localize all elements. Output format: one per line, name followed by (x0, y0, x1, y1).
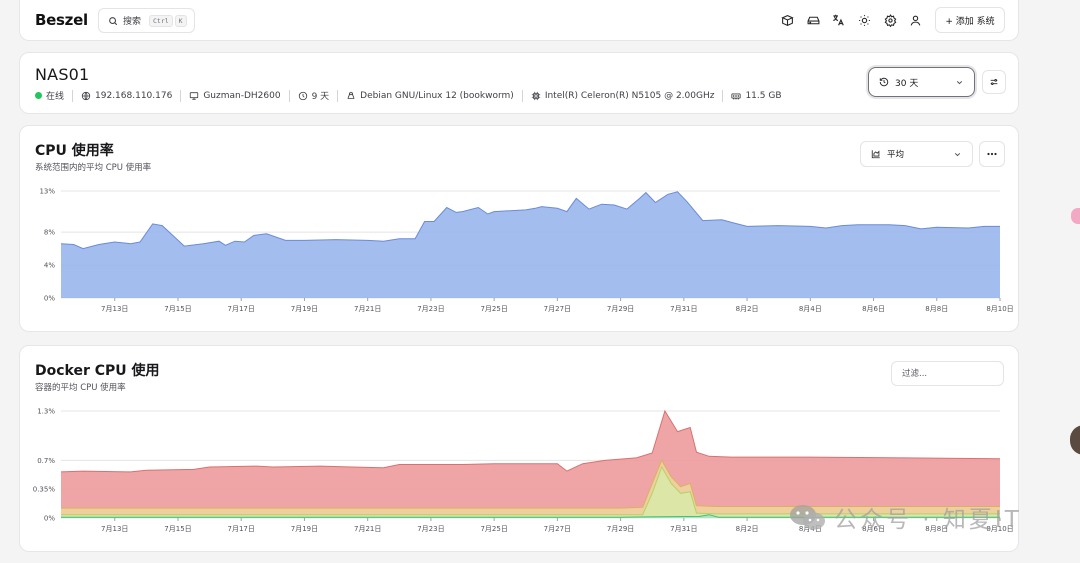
time-range-value: 30 天 (895, 78, 919, 89)
user-icon[interactable] (907, 12, 923, 28)
x-tick-label: 7月23日 (417, 525, 444, 533)
y-tick-label: 0% (44, 295, 55, 303)
shortcut-key-ctrl: Ctrl (149, 14, 173, 27)
language-icon[interactable] (830, 12, 846, 28)
x-tick-label: 7月15日 (164, 305, 191, 313)
x-tick-label: 8月4日 (799, 525, 822, 533)
y-tick-label: 0% (44, 515, 55, 523)
x-tick-label: 8月8日 (925, 525, 948, 533)
x-tick-label: 7月21日 (354, 525, 381, 533)
divider (72, 89, 74, 102)
sun-icon[interactable] (856, 12, 872, 28)
x-tick-label: 7月17日 (228, 525, 255, 533)
x-tick-label: 7月13日 (101, 305, 128, 313)
history-icon (879, 77, 889, 87)
docker-cpu-card: Docker CPU 使用 容器的平均 CPU 使用率 0%0.35%0.7%1… (19, 345, 1019, 552)
gear-icon[interactable] (882, 12, 898, 28)
cpu-info: Intel(R) Celeron(R) N5105 @ 2.00GHz (531, 90, 715, 101)
x-tick-label: 7月23日 (417, 305, 444, 313)
search-icon (109, 16, 118, 25)
status-text: 在线 (46, 92, 65, 102)
memory-info: 11.5 GB (731, 90, 782, 101)
x-tick-label: 7月19日 (291, 525, 318, 533)
x-tick-label: 8月2日 (736, 525, 759, 533)
chevron-down-icon (956, 80, 963, 84)
add-system-button[interactable]: + 添加 系统 (935, 7, 1005, 33)
uptime-info: 9 天 (298, 89, 330, 102)
divider (521, 89, 523, 102)
system-info-bar: 在线 192.168.110.176 Guzman-DH2600 9 天 Deb… (35, 89, 782, 102)
x-tick-label: 7月29日 (607, 305, 634, 313)
linux-icon (347, 91, 355, 99)
x-tick-label: 8月6日 (862, 525, 885, 533)
monitor-icon (190, 91, 199, 100)
x-tick-label: 7月19日 (291, 305, 318, 313)
top-navbar: Beszel 搜索 Ctrl K + 添加 系统 (19, 0, 1019, 41)
y-tick-label: 13% (39, 188, 55, 196)
shortcut-key-k: K (174, 14, 187, 27)
x-tick-label: 7月27日 (544, 525, 571, 533)
x-tick-label: 8月8日 (925, 305, 948, 313)
search-button[interactable]: 搜索 Ctrl K (98, 8, 195, 33)
memory-size: 11.5 GB (745, 90, 782, 101)
y-tick-label: 0.35% (33, 486, 56, 494)
cpu-icon (531, 91, 540, 100)
series-area-0 (61, 411, 1000, 518)
side-avatar[interactable] (1070, 425, 1080, 455)
divider (288, 89, 290, 102)
box-icon[interactable] (779, 12, 795, 28)
x-tick-label: 7月29日 (607, 525, 634, 533)
system-name: NAS01 (35, 65, 90, 84)
side-widget-icon[interactable] (1071, 208, 1080, 224)
y-tick-label: 0.7% (37, 457, 55, 465)
status-badge: 在线 (35, 89, 64, 102)
cpu-model: Intel(R) Celeron(R) N5105 @ 2.00GHz (544, 90, 715, 101)
y-tick-label: 4% (44, 262, 55, 270)
y-tick-label: 1.3% (37, 408, 55, 416)
x-tick-label: 7月17日 (228, 305, 255, 313)
x-tick-label: 7月27日 (544, 305, 571, 313)
time-range-select[interactable]: 30 天 (868, 67, 975, 97)
ip-address: 192.168.110.176 (95, 90, 173, 101)
x-tick-label: 7月25日 (480, 525, 507, 533)
divider (337, 89, 339, 102)
x-tick-label: 8月2日 (736, 305, 759, 313)
divider (180, 89, 182, 102)
cpu-usage-card: CPU 使用率 系统范围内的平均 CPU 使用率 平均 0% 4% 8% 13% 7月1… (19, 125, 1019, 332)
status-dot (35, 92, 42, 99)
x-tick-label: 7月31日 (670, 525, 697, 533)
series-area-0 (61, 191, 1000, 298)
x-tick-label: 8月10日 (986, 305, 1013, 313)
globe-icon (81, 91, 91, 100)
chart-settings-button[interactable] (982, 70, 1006, 94)
ip-info: 192.168.110.176 (81, 91, 172, 101)
system-info-card: NAS01 在线 192.168.110.176 Guzman-DH2600 9… (19, 52, 1019, 114)
uptime: 9 天 (311, 92, 330, 102)
memory-icon (731, 93, 742, 99)
hostname-info: Guzman-DH2600 (189, 90, 281, 101)
search-label: 搜索 (123, 17, 142, 27)
hostname: Guzman-DH2600 (203, 90, 281, 101)
x-tick-label: 8月10日 (986, 525, 1013, 533)
x-tick-label: 7月31日 (670, 305, 697, 313)
cpu-usage-chart: 0% 4% 8% 13% 7月13日 7月15日 7月17日 7月19日 7月21日 7月23日 7… (39, 188, 1013, 314)
app-logo[interactable]: Beszel (35, 11, 88, 29)
x-tick-label: 7月25日 (480, 305, 507, 313)
y-tick-label: 8% (44, 229, 55, 237)
docker-cpu-chart: 0% 0.35% 0.7% 1.3% 7月13日 7月15日 7月17日 7月19日 7月21日… (33, 408, 1014, 534)
x-tick-label: 7月15日 (164, 525, 191, 533)
os-name: Debian GNU/Linux 12 (bookworm) (360, 90, 514, 101)
hard-drive-icon[interactable] (805, 12, 821, 28)
clock-icon (298, 91, 307, 100)
sliders-icon (990, 79, 998, 85)
x-tick-label: 8月6日 (862, 305, 885, 313)
x-tick-label: 7月13日 (101, 525, 128, 533)
x-tick-label: 8月4日 (799, 305, 822, 313)
divider (722, 89, 724, 102)
os-info: Debian GNU/Linux 12 (bookworm) (346, 91, 514, 101)
x-tick-label: 7月21日 (354, 305, 381, 313)
